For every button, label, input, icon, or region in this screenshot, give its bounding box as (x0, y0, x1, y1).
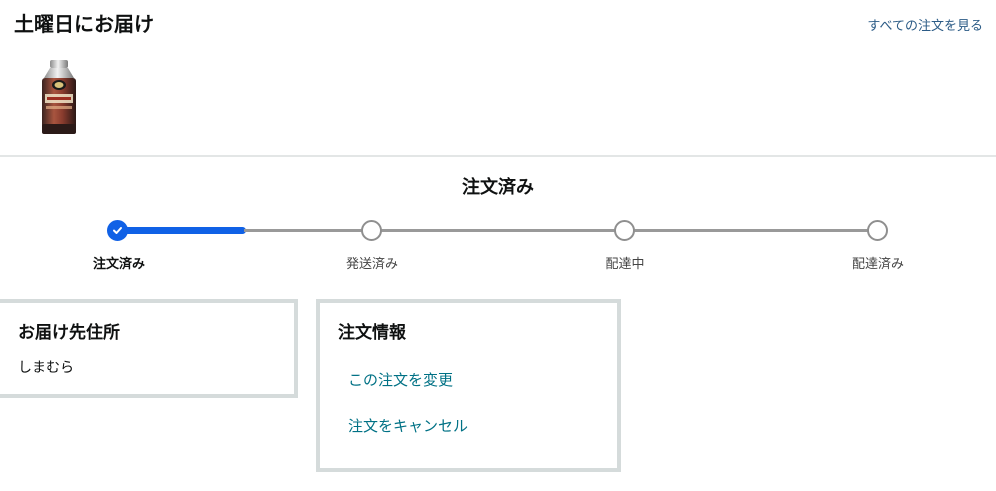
product-thumbnail[interactable] (36, 58, 82, 136)
cancel-order-link[interactable]: 注文をキャンセル (348, 415, 468, 437)
view-all-orders-link[interactable]: すべての注文を見る (867, 17, 983, 37)
step-shipped-label: 発送済み (345, 257, 398, 272)
step-ordered-label: 注文済み (92, 257, 145, 272)
order-status-title: 注文済み (462, 177, 534, 198)
change-order-link[interactable]: この注文を変更 (348, 369, 453, 391)
coffee-can-icon (42, 60, 76, 134)
shipping-address-title: お届け先住所 (18, 323, 120, 343)
shipment-progress-tracker: 注文済み 発送済み 配達中 配達済み (0, 218, 996, 278)
recipient-name: しまむら (18, 360, 74, 376)
shipping-address-card: お届け先住所 しまむら (0, 299, 298, 398)
progress-line-completed (118, 227, 246, 234)
step-ordered-dot (107, 220, 128, 241)
step-delivered-dot (867, 220, 888, 241)
order-info-title: 注文情報 (338, 323, 406, 343)
checkmark-icon (113, 227, 122, 234)
step-delivered-label: 配達済み (851, 257, 904, 272)
delivery-day-title: 土曜日にお届け (14, 12, 154, 36)
section-divider (0, 155, 996, 157)
order-info-card: 注文情報 この注文を変更 注文をキャンセル (316, 299, 621, 472)
order-status-page: 土曜日にお届け すべての注文を見る 注文済み 注文済み 発送済み 配達中 配達済… (0, 0, 996, 491)
step-in-transit-dot (614, 220, 635, 241)
step-shipped-dot (361, 220, 382, 241)
step-in-transit-label: 配達中 (605, 257, 645, 272)
progress-line-remaining (244, 229, 880, 232)
